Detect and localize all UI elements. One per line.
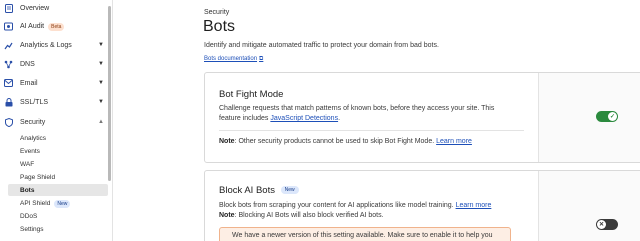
lock-icon — [4, 97, 13, 107]
breadcrumb: Security — [204, 9, 230, 16]
card-text: feature includes — [219, 115, 271, 122]
card-title-wrap: Block AI Bots New — [219, 185, 299, 196]
sidebar-subitem-waf[interactable]: WAF — [20, 161, 34, 168]
network-icon — [4, 60, 13, 69]
sidebar: Overview AI Audit Beta Analytics & Logs ▼… — [0, 0, 113, 241]
chevron-down-icon: ▼ — [98, 61, 104, 67]
document-icon — [4, 3, 13, 13]
sidebar-item-label-wrap: AI Audit Beta — [20, 22, 65, 31]
block-ai-bots-card: Block AI Bots New Block bots from scrapi… — [204, 170, 640, 241]
notice-text: We have a newer version of this setting … — [232, 232, 493, 239]
card-body: Bot Fight Mode Challenge requests that m… — [205, 73, 539, 162]
javascript-detections-link[interactable]: JavaScript Detections — [270, 115, 338, 122]
sidebar-item-security[interactable]: Security ▲ — [0, 114, 110, 130]
sidebar-subitem-ddos[interactable]: DDoS — [20, 213, 37, 220]
sidebar-item-label: SSL/TLS — [20, 98, 49, 106]
audit-icon — [4, 22, 13, 31]
sidebar-item-label: AI Audit — [20, 22, 45, 30]
toggle-column: ✕ — [539, 171, 640, 241]
sidebar-item-overview[interactable]: Overview — [0, 0, 110, 16]
chart-icon — [4, 41, 13, 50]
main-content: Security Bots Identify and mitigate auto… — [114, 0, 640, 241]
sidebar-item-ssl-tls[interactable]: SSL/TLS ▼ — [0, 94, 110, 110]
bots-documentation-link[interactable]: Bots documentation ⧉ — [204, 56, 263, 63]
chevron-up-icon: ▲ — [98, 119, 104, 125]
chevron-down-icon: ▼ — [98, 99, 104, 105]
sidebar-item-ai-audit[interactable]: AI Audit Beta — [0, 18, 110, 34]
card-text: . — [338, 115, 341, 122]
bot-fight-mode-toggle[interactable]: ✓ — [596, 111, 618, 122]
upgrade-notice: We have a newer version of this setting … — [219, 227, 511, 241]
card-description: Block bots from scraping your content fo… — [219, 201, 491, 211]
sidebar-subitem-events[interactable]: Events — [20, 148, 40, 155]
toggle-column: ✓ — [539, 73, 640, 162]
close-icon: ✕ — [597, 220, 606, 229]
block-ai-bots-toggle[interactable]: ✕ — [596, 219, 618, 230]
bot-fight-mode-card: Bot Fight Mode Challenge requests that m… — [204, 72, 640, 163]
chevron-down-icon: ▼ — [98, 80, 104, 86]
check-icon: ✓ — [608, 112, 617, 121]
sidebar-item-label: Overview — [20, 4, 50, 12]
card-description-line2: feature includes JavaScript Detections. — [219, 114, 340, 124]
email-icon — [4, 79, 13, 88]
sidebar-item-label: Email — [20, 79, 38, 87]
note-text: : Blocking AI Bots will also block verif… — [234, 212, 384, 219]
sidebar-subitem-label: API Shield — [20, 200, 51, 207]
sidebar-subitem-settings[interactable]: Settings — [20, 226, 44, 233]
external-link-icon: ⧉ — [259, 56, 264, 62]
beta-badge: Beta — [48, 22, 65, 31]
card-body: Block AI Bots New Block bots from scrapi… — [205, 171, 539, 241]
new-badge: New — [54, 200, 71, 208]
sidebar-item-label: Security — [20, 118, 46, 126]
sidebar-subitem-page-shield[interactable]: Page Shield — [20, 174, 55, 181]
shield-icon — [4, 117, 13, 127]
note-label: Note — [219, 212, 235, 219]
card-description: Challenge requests that match patterns o… — [219, 105, 495, 112]
sidebar-subitem-analytics[interactable]: Analytics — [20, 135, 46, 142]
sidebar-item-dns[interactable]: DNS ▼ — [0, 56, 110, 72]
card-title: Block AI Bots — [219, 185, 275, 196]
divider — [219, 130, 524, 131]
page-description: Identify and mitigate automated traffic … — [204, 42, 439, 49]
sidebar-subitem-api-shield[interactable]: API Shield New — [20, 200, 71, 208]
new-badge: New — [280, 186, 299, 195]
sidebar-subitem-bots[interactable]: Bots — [20, 187, 34, 194]
note-label: Note — [219, 138, 235, 145]
sidebar-item-email[interactable]: Email ▼ — [0, 75, 110, 91]
chevron-down-icon: ▼ — [98, 42, 104, 48]
sidebar-item-analytics-logs[interactable]: Analytics & Logs ▼ — [0, 37, 110, 53]
learn-more-link[interactable]: Learn more — [436, 138, 472, 145]
sidebar-item-label: DNS — [20, 60, 35, 68]
card-text: Block bots from scraping your content fo… — [219, 202, 456, 209]
sidebar-item-label: Analytics & Logs — [20, 41, 72, 49]
page-title: Bots — [203, 18, 236, 35]
note-text: : Other security products cannot be used… — [234, 138, 437, 145]
doc-link-label: Bots documentation — [204, 56, 258, 62]
card-title: Bot Fight Mode — [219, 89, 284, 100]
card-note: Note: Other security products cannot be … — [219, 137, 472, 147]
learn-more-link[interactable]: Learn more — [456, 202, 492, 209]
card-note: Note: Blocking AI Bots will also block v… — [219, 211, 384, 221]
